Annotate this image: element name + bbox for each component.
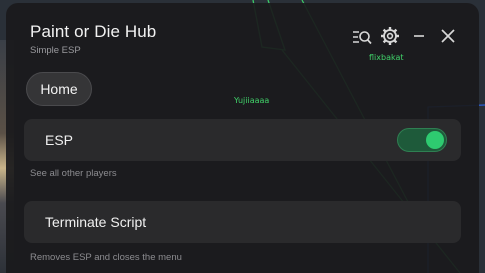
esp-toggle[interactable] xyxy=(397,128,447,152)
close-icon[interactable] xyxy=(437,25,459,47)
terminate-script-label: Terminate Script xyxy=(45,214,147,230)
hub-window: Paint or Die Hub Simple ESP Home ESP See… xyxy=(6,3,479,273)
terminate-script-button[interactable]: Terminate Script xyxy=(24,201,461,243)
esp-toggle-row[interactable]: ESP xyxy=(24,119,461,161)
minimize-icon[interactable] xyxy=(408,25,430,47)
terminate-description: Removes ESP and closes the menu xyxy=(30,252,182,263)
esp-label: ESP xyxy=(45,132,74,148)
window-title: Paint or Die Hub xyxy=(30,22,157,41)
tab-home[interactable]: Home xyxy=(26,72,92,106)
esp-player-tag: Yujiiaaaa xyxy=(234,96,270,105)
esp-description: See all other players xyxy=(30,168,117,179)
gear-icon[interactable] xyxy=(379,25,401,47)
toggle-knob xyxy=(426,131,444,149)
window-subtitle: Simple ESP xyxy=(30,45,81,56)
search-icon[interactable] xyxy=(351,26,373,48)
esp-player-tag: flixbakat xyxy=(369,53,404,62)
